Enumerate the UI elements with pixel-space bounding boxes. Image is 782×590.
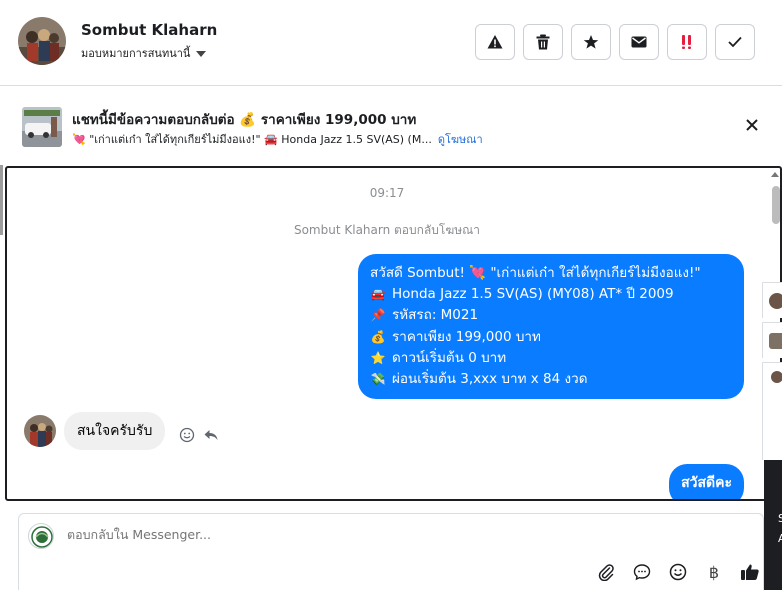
banner-title: แชทนี้มีข้อความตอบกลับต่อ 💰 ราคาเพียง 19… (72, 112, 417, 128)
delete-button[interactable] (523, 24, 563, 60)
side-panel-letter: A (778, 532, 782, 545)
star-icon: ⭐ (370, 350, 386, 365)
message-timestamp: 09:17 (369, 186, 405, 200)
saved-reply-icon (633, 564, 651, 581)
page-avatar (28, 523, 54, 549)
money-bag-icon: 💰 (370, 329, 386, 344)
ad-headline: 💘 "เก่าแต่เก๋า ใส่ได้ทุกเกียร์ไม่มีงอแง!… (72, 133, 432, 146)
mark-unread-button[interactable] (619, 24, 659, 60)
scroll-thumb[interactable] (772, 186, 780, 224)
side-panel-row[interactable] (762, 282, 782, 318)
message-line: 🚘 Honda Jazz 1.5 SV(AS) (MY08) AT* ปี 20… (370, 284, 732, 305)
side-panel-row[interactable] (762, 362, 782, 460)
sender-avatar[interactable] (24, 415, 56, 447)
trash-icon (536, 34, 550, 50)
attachment-button[interactable] (595, 561, 617, 583)
contact-name[interactable]: Sombut Klaharn (81, 21, 217, 39)
side-panel-row[interactable] (762, 322, 782, 358)
like-icon (741, 564, 759, 580)
star-icon (583, 35, 599, 49)
avatar (771, 371, 782, 383)
scroll-up-arrow-icon[interactable] (771, 172, 779, 177)
priority-icon (682, 35, 691, 49)
message-line: ⭐ ดาวน์เริ่มต้น 0 บาท (370, 348, 732, 369)
side-panel-letter: S (778, 512, 782, 525)
banner-subtitle: 💘 "เก่าแต่เก๋า ใส่ได้ทุกเกียร์ไม่มีงอแง!… (72, 130, 483, 148)
report-button[interactable] (475, 24, 515, 60)
attachment-icon (598, 564, 614, 581)
caret-down-icon (196, 50, 207, 57)
message-line: 💸 ผ่อนเริ่มต้น 3,xxx บาท x 84 งวด (370, 369, 732, 390)
message-composer: ฿ (18, 513, 764, 590)
header-actions (475, 24, 755, 60)
message-line: 📌 รหัสรถ: M021 (370, 305, 732, 326)
assign-conversation-dropdown[interactable]: มอบหมายการสนทนานี้ (81, 44, 207, 62)
payment-button[interactable]: ฿ (703, 561, 725, 583)
view-ad-link[interactable]: ดูโฆษณา (438, 130, 483, 148)
side-panel-dark-card: S A (764, 460, 782, 590)
message-line: 💰 ราคาเพียง 199,000 บาท (370, 327, 732, 348)
incoming-message-row: สนใจครับรับ (24, 412, 219, 450)
ad-reply-note: Sombut Klaharn ตอบกลับโฆษณา (293, 223, 481, 237)
composer-tools: ฿ (595, 561, 761, 583)
contact-avatar[interactable] (18, 17, 66, 65)
money-wings-icon: 💸 (370, 372, 386, 387)
conversation-header: Sombut Klaharn มอบหมายการสนทนานี้ (0, 0, 782, 86)
avatar (769, 333, 782, 349)
reply-input[interactable] (67, 527, 627, 542)
avatar (769, 293, 782, 309)
reply-icon[interactable] (203, 427, 219, 443)
mark-done-button[interactable] (715, 24, 755, 60)
check-icon (728, 36, 742, 48)
message-line: สวัสดี Sombut! 💘 "เก่าแต่เก๋า ใส่ได้ทุกเ… (370, 265, 701, 281)
react-emoji-icon[interactable] (179, 427, 195, 443)
incoming-message[interactable]: สนใจครับรับ (64, 412, 166, 450)
emoji-icon (669, 563, 687, 581)
side-panel-edge: S A (762, 282, 782, 590)
like-button[interactable] (739, 561, 761, 583)
saved-reply-button[interactable] (631, 561, 653, 583)
outgoing-ad-message[interactable]: สวัสดี Sombut! 💘 "เก่าแต่เก๋า ใส่ได้ทุกเ… (358, 254, 744, 400)
pin-icon: 📌 (370, 308, 386, 323)
star-button[interactable] (571, 24, 611, 60)
message-actions (179, 427, 219, 443)
follow-up-button[interactable] (667, 24, 707, 60)
ad-context-banner: แชทนี้มีข้อความตอบกลับต่อ 💰 ราคาเพียง 19… (0, 87, 782, 165)
outgoing-reply[interactable]: สวัสดีคะ (669, 464, 744, 499)
assign-label: มอบหมายการสนทนานี้ (81, 47, 191, 60)
baht-icon: ฿ (708, 562, 720, 582)
close-icon (746, 119, 758, 131)
car-icon: 🚘 (370, 287, 386, 302)
warning-icon (487, 35, 503, 49)
emoji-button[interactable] (667, 561, 689, 583)
close-banner-button[interactable] (744, 117, 760, 133)
message-thread[interactable]: 09:17 Sombut Klaharn ตอบกลับโฆษณา สวัสดี… (5, 166, 782, 501)
ad-thumbnail[interactable] (22, 107, 62, 147)
mail-icon (631, 36, 647, 48)
